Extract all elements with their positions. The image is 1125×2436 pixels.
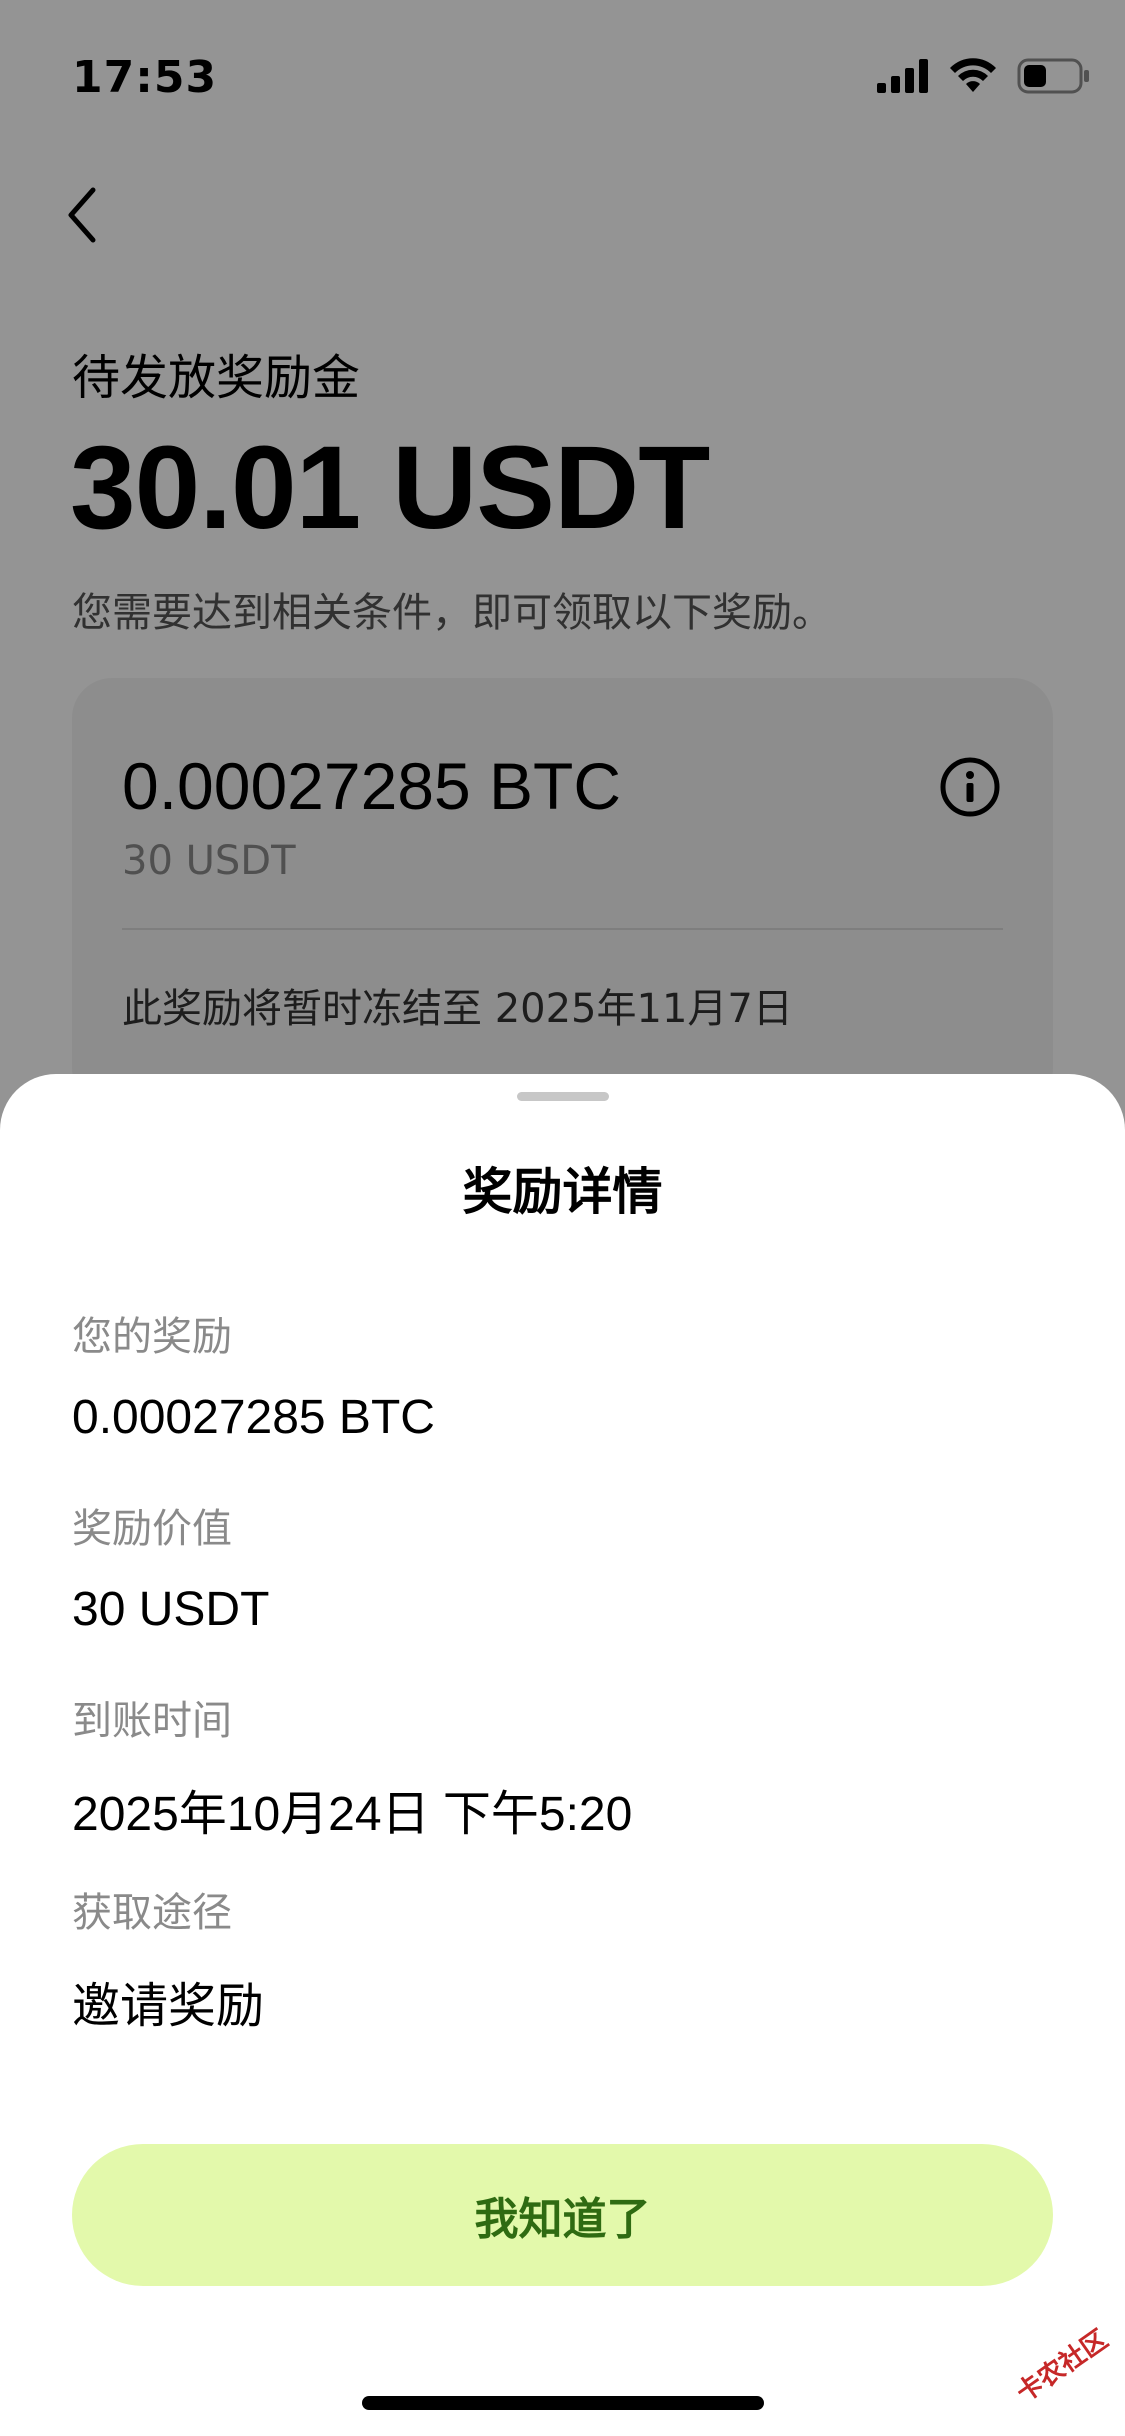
- sheet-title: 奖励详情: [462, 1163, 663, 1221]
- reward-details-sheet: 奖励详情 您的奖励 0.00027285 BTC 奖励价值 30 USDT 到账…: [0, 1074, 1125, 2436]
- detail-value-reward: 0.00027285 BTC: [72, 1391, 435, 1444]
- detail-label-source: 获取途径: [72, 1890, 232, 1936]
- detail-label-value: 奖励价值: [72, 1506, 232, 1552]
- screen: 17:53 待发放奖励金 30.01 USDT 您需要达到相关条件，即可领取以下…: [0, 0, 1125, 2436]
- sheet-drag-handle[interactable]: [517, 1092, 609, 1101]
- detail-label-reward: 您的奖励: [72, 1314, 232, 1360]
- detail-value-value: 30 USDT: [72, 1583, 270, 1636]
- detail-label-time: 到账时间: [72, 1698, 232, 1744]
- got-it-button[interactable]: 我知道了: [72, 2144, 1053, 2286]
- home-indicator[interactable]: [362, 2396, 764, 2410]
- detail-value-time: 2025年10月24日 下午5:20: [72, 1788, 633, 1841]
- detail-value-source: 邀请奖励: [72, 1980, 265, 2033]
